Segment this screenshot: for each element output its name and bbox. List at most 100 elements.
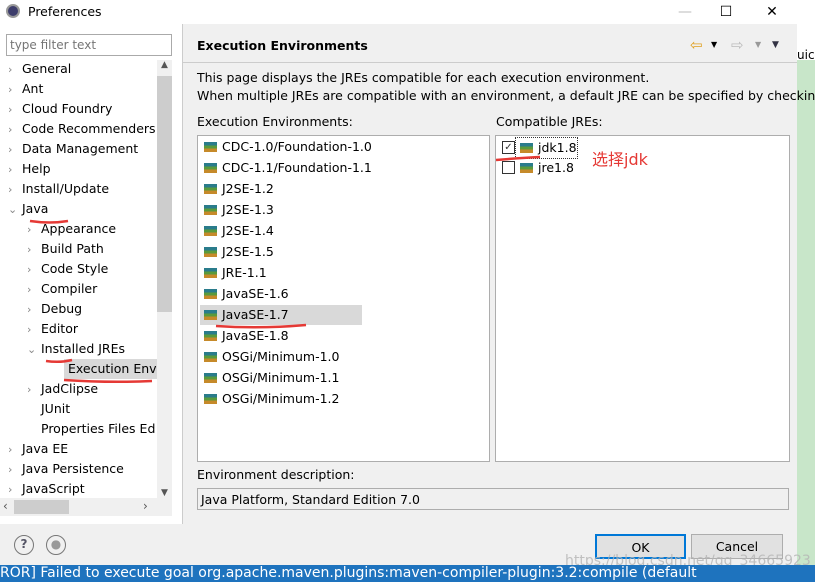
environment-label: CDC-1.1/Foundation-1.1 [222,160,372,175]
chevron-icon[interactable]: › [8,480,22,500]
environment-item[interactable]: J2SE-1.4 [200,221,362,241]
chevron-icon[interactable]: › [8,460,22,480]
tree-item[interactable]: › Editor [27,319,78,339]
environment-item[interactable]: J2SE-1.2 [200,179,362,199]
chevron-icon[interactable]: › [8,80,22,100]
tree-item[interactable]: › Appearance [27,219,116,239]
tree-item[interactable]: › Code Style [27,259,108,279]
environments-list[interactable]: CDC-1.0/Foundation-1.0 CDC-1.1/Foundation… [197,135,490,462]
tree-item[interactable]: › Code Recommenders [8,119,156,139]
chevron-icon[interactable]: › [27,220,41,240]
tree-item[interactable]: › JavaScript [8,479,85,499]
jre-library-icon [204,226,217,236]
jre-item[interactable]: jdk1.8 [515,137,578,159]
chevron-icon[interactable]: › [27,380,41,400]
background-text: uick [797,48,815,62]
jre-library-icon [204,184,217,194]
chevron-icon[interactable]: › [8,180,22,200]
annotation-text: 选择jdk [592,150,648,169]
back-dropdown-icon[interactable]: ▼ [711,40,717,49]
tree-item[interactable]: › Java EE [8,439,68,459]
jre-item[interactable]: jre1.8 [516,158,574,178]
tree-item-label: Help [22,161,51,176]
tree-item[interactable]: › Build Path [27,239,104,259]
close-button[interactable]: ✕ [752,0,792,24]
tree-item-label: JavaScript [22,481,85,496]
filter-input[interactable] [6,34,172,56]
chevron-icon[interactable]: › [8,140,22,160]
environment-item[interactable]: JavaSE-1.7 [200,305,362,325]
maximize-button[interactable]: ☐ [706,0,746,24]
jre-library-icon [204,310,217,320]
chevron-icon[interactable]: › [8,120,22,140]
tree-item[interactable]: › Debug [27,299,82,319]
compatible-jres-list[interactable]: ✓ jdk1.8 jre1.8 [495,135,790,462]
forward-dropdown-icon[interactable]: ▼ [755,40,761,49]
tree-item[interactable]: › Install/Update [8,179,109,199]
environment-item[interactable]: J2SE-1.5 [200,242,362,262]
forward-arrow-icon[interactable]: ⇨ [731,36,744,54]
jre-library-icon [520,143,533,153]
tree-item[interactable]: › Java Persistence [8,459,124,479]
chevron-icon[interactable]: › [8,160,22,180]
page-description-line2: When multiple JREs are compatible with a… [197,88,815,103]
tree-item[interactable]: › JadClipse [27,379,98,399]
environment-label: OSGi/Minimum-1.1 [222,370,340,385]
environment-item[interactable]: JavaSE-1.8 [200,326,362,346]
chevron-icon[interactable]: › [27,280,41,300]
environment-item[interactable]: CDC-1.1/Foundation-1.1 [200,158,372,178]
import-export-icon[interactable]: ● [46,535,66,555]
chevron-icon[interactable]: › [27,300,41,320]
tree-item[interactable]: ⌄ Installed JREs [27,339,125,359]
chevron-icon[interactable]: › [27,240,41,260]
environment-label: J2SE-1.3 [222,202,274,217]
chevron-icon[interactable]: › [27,320,41,340]
tree-item[interactable]: › General [8,59,71,79]
chevron-icon[interactable]: ⌄ [27,340,41,360]
chevron-icon[interactable]: › [27,260,41,280]
environment-label: OSGi/Minimum-1.2 [222,391,340,406]
tree-item-label: Code Style [41,261,109,276]
environments-label: Execution Environments: [197,114,353,129]
help-icon[interactable]: ? [14,535,34,555]
environment-item[interactable]: OSGi/Minimum-1.0 [200,347,362,367]
tree-item[interactable]: ⌄ Java [8,199,48,219]
tree-item[interactable]: › Cloud Foundry [8,99,112,119]
chevron-icon[interactable]: › [8,60,22,80]
jre-library-icon [204,331,217,341]
tree-item[interactable]: › Compiler [27,279,97,299]
environment-item[interactable]: JavaSE-1.6 [200,284,362,304]
environment-item[interactable]: CDC-1.0/Foundation-1.0 [200,137,372,157]
tree-item-label: Install/Update [22,181,110,196]
chevron-icon[interactable]: ⌄ [8,200,22,220]
tree-hscroll-thumb[interactable] [14,500,69,514]
environment-item[interactable]: JRE-1.1 [200,263,362,283]
minimize-button[interactable]: — [665,0,705,24]
environment-label: OSGi/Minimum-1.0 [222,349,340,364]
tree-item[interactable]: › Ant [8,79,43,99]
tree-item-label: Ant [22,81,44,96]
view-menu-icon[interactable]: ▼ [772,40,779,50]
eclipse-icon [6,4,20,18]
chevron-icon[interactable]: › [8,100,22,120]
back-arrow-icon[interactable]: ⇦ [690,36,703,54]
jre-library-icon [204,205,217,215]
environment-item[interactable]: OSGi/Minimum-1.2 [200,389,362,409]
chevron-icon[interactable]: › [8,440,22,460]
environment-item[interactable]: J2SE-1.3 [200,200,362,220]
jre-checkbox[interactable] [502,161,515,174]
tree-item[interactable]: › Data Management [8,139,138,159]
page-description-line1: This page displays the JREs compatible f… [197,70,650,85]
tree-item[interactable]: › Help [8,159,51,179]
tree-scroll-thumb[interactable] [157,76,172,312]
tree-item[interactable]: Execution Envir [64,359,158,379]
tree-item-label: Java [22,201,49,216]
tree-item[interactable]: Properties Files Ed [27,419,155,439]
environment-description-field: Java Platform, Standard Edition 7.0 [197,488,789,510]
environment-item[interactable]: OSGi/Minimum-1.1 [200,368,362,388]
jre-checkbox[interactable]: ✓ [502,141,515,154]
tree-item-label: Data Management [22,141,139,156]
tree-item[interactable]: JUnit [27,399,70,419]
console-status-line: ROR] Failed to execute goal org.apache.m… [0,565,815,582]
jre-library-icon [204,289,217,299]
